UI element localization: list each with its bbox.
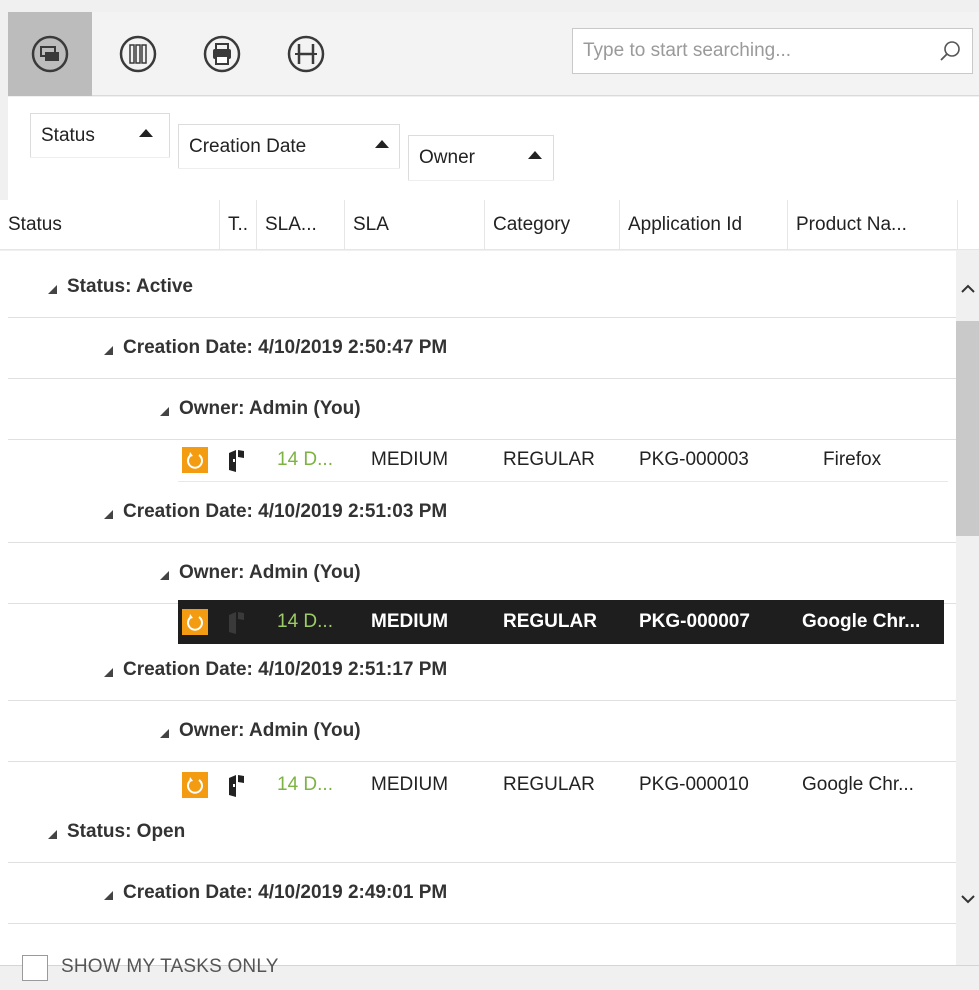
group-label: Owner: Admin (You) — [179, 562, 361, 583]
show-my-tasks-label[interactable]: SHOW MY TASKS ONLY — [61, 956, 279, 978]
category-cell: REGULAR — [503, 449, 595, 470]
column-label: Category — [493, 214, 571, 235]
sort-ascending-icon — [528, 151, 542, 159]
task-type-icon — [226, 772, 248, 798]
collapse-caret-icon[interactable] — [48, 284, 57, 294]
product-name-cell: Google Chr... — [802, 774, 914, 795]
collapse-caret-icon[interactable] — [160, 570, 169, 580]
group-label: Status: Active — [67, 276, 193, 297]
status-active-icon — [182, 772, 208, 798]
group-chip-creation-date[interactable]: Creation Date — [178, 124, 400, 168]
group-label: Creation Date: 4/10/2019 2:51:17 PM — [123, 659, 448, 680]
table-row-selected[interactable]: 14 D... MEDIUM REGULAR PKG-000007 Google… — [178, 600, 944, 644]
column-header-product-name[interactable]: Product Na... — [788, 200, 958, 250]
switch-view-button[interactable] — [8, 12, 92, 96]
table-row[interactable]: 14 D... MEDIUM REGULAR PKG-000010 Google… — [178, 763, 948, 807]
search-input[interactable] — [583, 29, 923, 73]
group-row-owner[interactable]: Owner: Admin (You) — [8, 543, 956, 604]
sla-cell: MEDIUM — [371, 611, 449, 632]
column-header-sla[interactable]: SLA — [345, 200, 485, 250]
sla-cell: MEDIUM — [371, 774, 449, 795]
product-name-cell: Firefox — [823, 449, 882, 470]
footer-bar: SHOW MY TASKS ONLY — [0, 955, 979, 990]
status-active-icon — [182, 609, 208, 635]
columns-icon — [119, 35, 157, 73]
category-cell: REGULAR — [503, 774, 595, 795]
column-label: Status — [8, 214, 62, 235]
column-label: SLA... — [265, 214, 317, 235]
columns-button[interactable] — [96, 12, 180, 96]
column-header-type[interactable]: T.. — [220, 200, 257, 250]
group-by-panel: Status Creation Date Owner — [8, 97, 979, 200]
collapse-caret-icon[interactable] — [104, 667, 113, 677]
collapse-caret-icon[interactable] — [48, 829, 57, 839]
search-box — [572, 28, 973, 74]
collapse-caret-icon[interactable] — [104, 890, 113, 900]
scrollbar-thumb[interactable] — [956, 321, 979, 536]
search-icon[interactable] — [938, 39, 962, 63]
group-row-creation-date[interactable]: Creation Date: 4/10/2019 2:49:01 PM — [8, 863, 956, 924]
collapse-caret-icon[interactable] — [104, 345, 113, 355]
collapse-caret-icon[interactable] — [160, 728, 169, 738]
column-label: SLA — [353, 214, 389, 235]
sla-time-cell: 14 D... — [277, 774, 333, 795]
scroll-up-icon[interactable] — [960, 281, 976, 297]
group-label: Owner: Admin (You) — [179, 720, 361, 741]
column-header-category[interactable]: Category — [485, 200, 620, 250]
group-row-creation-date[interactable]: Creation Date: 4/10/2019 2:51:17 PM — [8, 640, 956, 701]
group-label: Owner: Admin (You) — [179, 398, 361, 419]
toolbar — [8, 12, 979, 96]
scroll-down-icon[interactable] — [960, 891, 976, 907]
sort-ascending-icon — [139, 129, 153, 137]
collapse-caret-icon[interactable] — [104, 509, 113, 519]
group-row-creation-date[interactable]: Creation Date: 4/10/2019 2:51:03 PM — [8, 482, 956, 543]
group-row-owner[interactable]: Owner: Admin (You) — [8, 701, 956, 762]
group-row-status[interactable]: Status: Open — [8, 802, 956, 863]
print-icon — [203, 35, 241, 73]
vertical-scrollbar[interactable] — [956, 251, 979, 965]
column-label: T.. — [228, 214, 249, 235]
application-id-cell: PKG-000010 — [639, 774, 749, 795]
status-active-icon — [182, 447, 208, 473]
print-button[interactable] — [180, 12, 264, 96]
history-button[interactable] — [264, 12, 348, 96]
group-chip-label: Owner — [419, 147, 475, 168]
table-row[interactable]: 14 D... MEDIUM REGULAR PKG-000003 Firefo… — [178, 438, 948, 482]
category-cell: REGULAR — [503, 611, 597, 632]
column-header-sla-time[interactable]: SLA... — [257, 200, 345, 250]
group-row-status[interactable]: Status: Active — [8, 257, 956, 318]
column-label: Application Id — [628, 214, 743, 235]
group-row-creation-date[interactable]: Creation Date: 4/10/2019 2:50:47 PM — [8, 318, 956, 379]
sla-time-cell: 14 D... — [277, 611, 333, 632]
column-header-application-id[interactable]: Application Id — [620, 200, 788, 250]
sort-ascending-icon — [375, 140, 389, 148]
column-header-status[interactable]: Status — [0, 200, 220, 250]
collapse-caret-icon[interactable] — [160, 406, 169, 416]
group-label: Creation Date: 4/10/2019 2:50:47 PM — [123, 337, 448, 358]
task-type-icon — [226, 609, 248, 635]
column-label: Product Na... — [796, 214, 907, 235]
application-id-cell: PKG-000007 — [639, 611, 750, 632]
group-chip-label: Creation Date — [189, 135, 307, 157]
application-id-cell: PKG-000003 — [639, 449, 749, 470]
sla-time-cell: 14 D... — [277, 449, 333, 470]
group-chip-owner[interactable]: Owner — [408, 135, 554, 180]
sla-cell: MEDIUM — [371, 449, 449, 470]
group-chip-label: Status — [41, 124, 95, 146]
show-my-tasks-checkbox[interactable] — [22, 955, 48, 981]
group-chip-status[interactable]: Status — [30, 113, 170, 157]
product-name-cell: Google Chr... — [802, 611, 921, 632]
group-row-owner[interactable]: Owner: Admin (You) — [8, 379, 956, 440]
task-grid: Status: Active Creation Date: 4/10/2019 … — [0, 251, 956, 965]
group-label: Status: Open — [67, 821, 186, 842]
history-icon — [287, 35, 325, 73]
task-type-icon — [226, 447, 248, 473]
group-label: Creation Date: 4/10/2019 2:51:03 PM — [123, 501, 448, 522]
column-header-row: Status T.. SLA... SLA Category Applicati… — [0, 200, 979, 250]
switch-view-icon — [31, 35, 69, 73]
group-label: Creation Date: 4/10/2019 2:49:01 PM — [123, 882, 448, 903]
